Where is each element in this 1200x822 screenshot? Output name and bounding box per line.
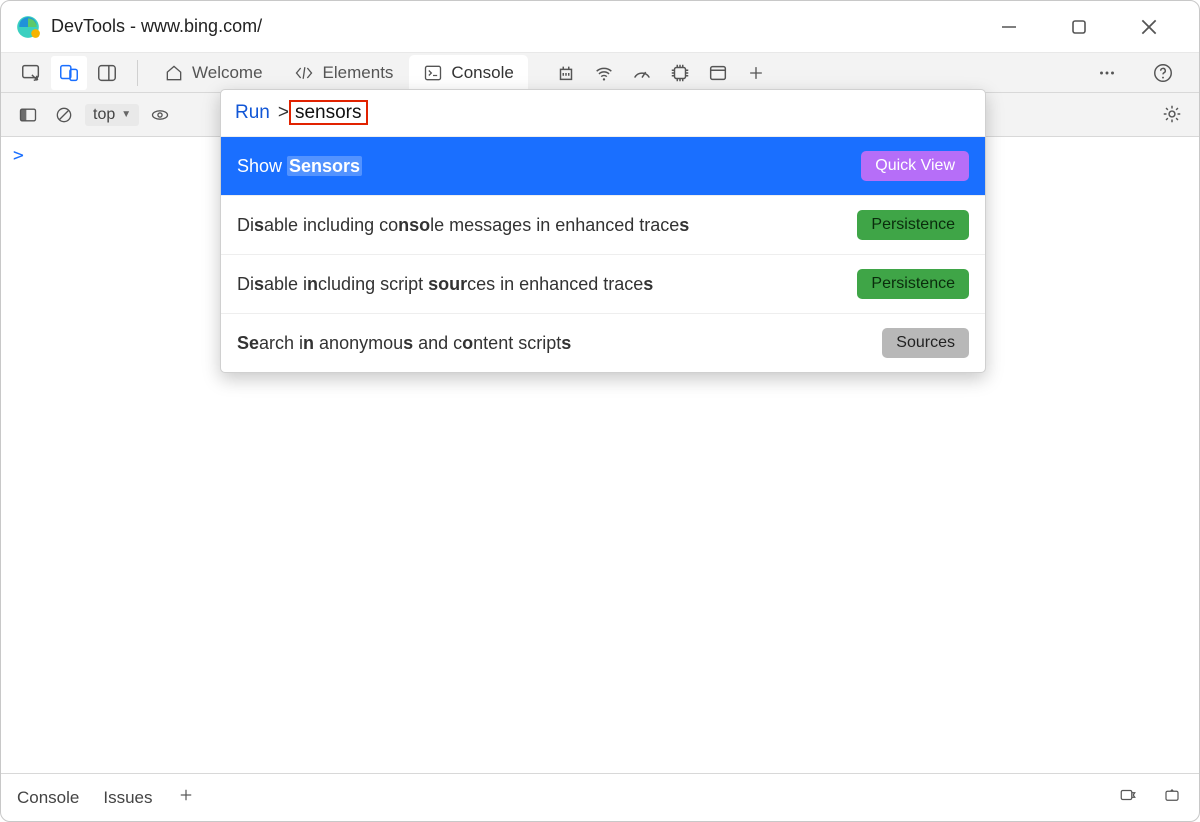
window-controls xyxy=(999,17,1199,37)
command-item[interactable]: Disable including console messages in en… xyxy=(221,196,985,255)
command-list: Show Sensors Quick View Disable including … xyxy=(221,137,985,372)
divider xyxy=(137,60,138,86)
performance-icon[interactable] xyxy=(624,56,660,90)
command-item[interactable]: Search in anonymous and content scripts S… xyxy=(221,314,985,372)
tab-welcome-label: Welcome xyxy=(192,63,263,83)
maximize-button[interactable] xyxy=(1069,17,1089,37)
more-icon[interactable] xyxy=(1089,56,1125,90)
command-item-label: Disable including console messages in en… xyxy=(237,215,845,236)
drawer: Console Issues xyxy=(1,773,1199,821)
network-icon[interactable] xyxy=(586,56,622,90)
minimize-button[interactable] xyxy=(999,17,1019,37)
command-item-label: Disable including script sources in enha… xyxy=(237,274,845,295)
prompt-caret-icon: > xyxy=(13,145,24,166)
settings-icon[interactable] xyxy=(1157,99,1187,129)
drawer-tab-issues[interactable]: Issues xyxy=(103,788,152,808)
tab-console-label: Console xyxy=(451,63,513,83)
live-expression-icon[interactable] xyxy=(145,100,175,130)
tab-elements-label: Elements xyxy=(323,63,394,83)
command-input[interactable]: Run >sensors xyxy=(221,90,985,137)
drawer-expand-icon[interactable] xyxy=(1161,786,1183,809)
command-item[interactable]: Disable including script sources in enha… xyxy=(221,255,985,314)
tab-console[interactable]: Console xyxy=(409,55,527,91)
command-query: sensors xyxy=(289,100,368,125)
drawer-computed-icon[interactable] xyxy=(1117,786,1139,809)
toggle-sidebar-icon[interactable] xyxy=(13,100,43,130)
titlebar: DevTools - www.bing.com/ xyxy=(1,1,1199,53)
command-item-label: Show Sensors xyxy=(237,156,849,177)
memory-icon[interactable] xyxy=(662,56,698,90)
sources-icon[interactable] xyxy=(548,56,584,90)
window-title: DevTools - www.bing.com/ xyxy=(51,16,262,37)
tabbar: Welcome Elements Console xyxy=(1,53,1199,93)
command-item[interactable]: Show Sensors Quick View xyxy=(221,137,985,196)
drawer-tab-console[interactable]: Console xyxy=(17,788,79,808)
close-button[interactable] xyxy=(1139,17,1159,37)
tab-welcome[interactable]: Welcome xyxy=(150,55,277,91)
edge-icon xyxy=(15,14,41,40)
help-icon[interactable] xyxy=(1145,56,1181,90)
command-item-label: Search in anonymous and content scripts xyxy=(237,333,870,354)
application-icon[interactable] xyxy=(700,56,736,90)
command-item-badge: Sources xyxy=(882,328,969,358)
dock-icon[interactable] xyxy=(89,56,125,90)
device-toggle-icon[interactable] xyxy=(51,56,87,90)
inspect-icon[interactable] xyxy=(13,56,49,90)
command-item-badge: Persistence xyxy=(857,269,969,299)
command-item-badge: Persistence xyxy=(857,210,969,240)
clear-console-icon[interactable] xyxy=(49,100,79,130)
tab-elements[interactable]: Elements xyxy=(279,55,408,91)
add-tab-icon[interactable] xyxy=(738,56,774,90)
command-gt: > xyxy=(278,102,289,123)
command-item-badge: Quick View xyxy=(861,151,969,181)
command-prefix: Run xyxy=(235,102,270,124)
context-selector[interactable]: top ▼ xyxy=(85,104,139,126)
devtools-window: DevTools - www.bing.com/ Welcome xyxy=(0,0,1200,822)
context-label: top xyxy=(93,106,115,124)
command-menu: Run >sensors Show Sensors Quick View Disab… xyxy=(220,89,986,373)
chevron-down-icon: ▼ xyxy=(121,109,131,120)
drawer-add-icon[interactable] xyxy=(177,786,195,809)
